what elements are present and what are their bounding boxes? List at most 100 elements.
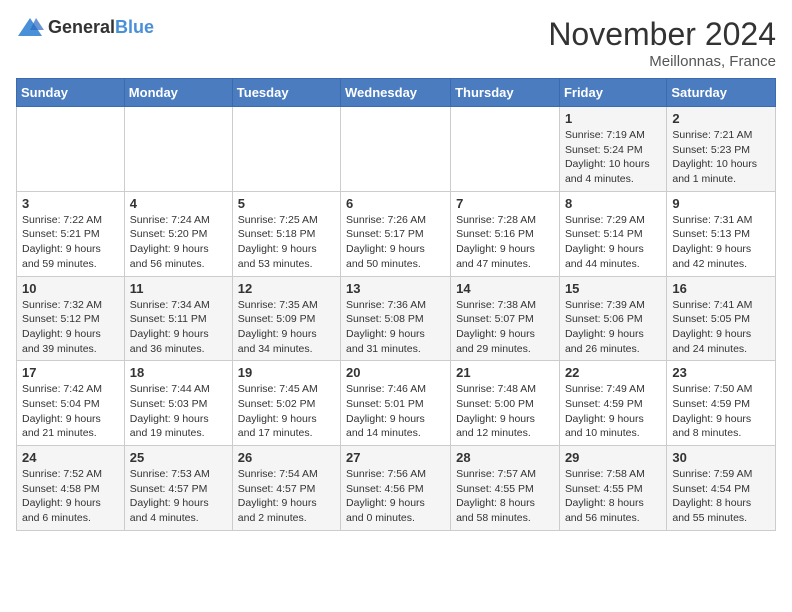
calendar-cell	[451, 107, 560, 192]
location: Meillonnas, France	[548, 53, 776, 70]
calendar-cell	[341, 107, 451, 192]
day-number: 15	[565, 281, 661, 296]
day-info: Sunrise: 7:32 AMSunset: 5:12 PMDaylight:…	[22, 298, 119, 357]
calendar-cell: 16 Sunrise: 7:41 AMSunset: 5:05 PMDayligh…	[667, 276, 776, 361]
month-title: November 2024	[548, 16, 776, 53]
day-number: 19	[238, 365, 335, 380]
day-number: 9	[672, 196, 770, 211]
calendar-body: 1 Sunrise: 7:19 AMSunset: 5:24 PMDaylight…	[17, 107, 776, 531]
day-info: Sunrise: 7:42 AMSunset: 5:04 PMDaylight:…	[22, 382, 119, 441]
calendar-cell: 5 Sunrise: 7:25 AMSunset: 5:18 PMDaylight…	[232, 191, 340, 276]
title-block: November 2024 Meillonnas, France	[548, 16, 776, 70]
day-info: Sunrise: 7:49 AMSunset: 4:59 PMDaylight:…	[565, 382, 661, 441]
day-info: Sunrise: 7:59 AMSunset: 4:54 PMDaylight:…	[672, 467, 770, 526]
header-tuesday: Tuesday	[232, 79, 340, 107]
day-info: Sunrise: 7:28 AMSunset: 5:16 PMDaylight:…	[456, 213, 554, 272]
day-info: Sunrise: 7:22 AMSunset: 5:21 PMDaylight:…	[22, 213, 119, 272]
day-number: 2	[672, 111, 770, 126]
day-number: 8	[565, 196, 661, 211]
day-number: 24	[22, 450, 119, 465]
calendar-cell: 26 Sunrise: 7:54 AMSunset: 4:57 PMDayligh…	[232, 446, 340, 531]
logo: GeneralBlue	[16, 16, 154, 38]
day-info: Sunrise: 7:31 AMSunset: 5:13 PMDaylight:…	[672, 213, 770, 272]
calendar-cell: 29Sunrise: 7:58 AMSunset: 4:55 PMDayligh…	[559, 446, 666, 531]
calendar-cell: 20Sunrise: 7:46 AMSunset: 5:01 PMDayligh…	[341, 361, 451, 446]
calendar-cell: 23 Sunrise: 7:50 AMSunset: 4:59 PMDayligh…	[667, 361, 776, 446]
calendar-week-4: 17 Sunrise: 7:42 AMSunset: 5:04 PMDayligh…	[17, 361, 776, 446]
calendar-week-3: 10 Sunrise: 7:32 AMSunset: 5:12 PMDayligh…	[17, 276, 776, 361]
header-wednesday: Wednesday	[341, 79, 451, 107]
day-info: Sunrise: 7:19 AMSunset: 5:24 PMDaylight:…	[565, 128, 661, 187]
day-number: 7	[456, 196, 554, 211]
day-info: Sunrise: 7:21 AMSunset: 5:23 PMDaylight:…	[672, 128, 770, 187]
calendar-cell: 7 Sunrise: 7:28 AMSunset: 5:16 PMDaylight…	[451, 191, 560, 276]
day-info: Sunrise: 7:45 AMSunset: 5:02 PMDaylight:…	[238, 382, 335, 441]
calendar-cell: 9 Sunrise: 7:31 AMSunset: 5:13 PMDaylight…	[667, 191, 776, 276]
day-info: Sunrise: 7:24 AMSunset: 5:20 PMDaylight:…	[130, 213, 227, 272]
day-number: 25	[130, 450, 227, 465]
calendar-cell: 4 Sunrise: 7:24 AMSunset: 5:20 PMDaylight…	[124, 191, 232, 276]
calendar-cell: 10 Sunrise: 7:32 AMSunset: 5:12 PMDayligh…	[17, 276, 125, 361]
day-info: Sunrise: 7:34 AMSunset: 5:11 PMDaylight:…	[130, 298, 227, 357]
header-thursday: Thursday	[451, 79, 560, 107]
day-number: 12	[238, 281, 335, 296]
calendar-cell: 27Sunrise: 7:56 AMSunset: 4:56 PMDayligh…	[341, 446, 451, 531]
calendar-cell: 14Sunrise: 7:38 AMSunset: 5:07 PMDayligh…	[451, 276, 560, 361]
day-info: Sunrise: 7:29 AMSunset: 5:14 PMDaylight:…	[565, 213, 661, 272]
logo-icon	[16, 16, 44, 38]
calendar-cell: 24Sunrise: 7:52 AMSunset: 4:58 PMDayligh…	[17, 446, 125, 531]
day-number: 18	[130, 365, 227, 380]
day-number: 10	[22, 281, 119, 296]
logo-blue: Blue	[115, 17, 154, 37]
calendar-cell: 19 Sunrise: 7:45 AMSunset: 5:02 PMDayligh…	[232, 361, 340, 446]
day-number: 6	[346, 196, 445, 211]
calendar-week-5: 24Sunrise: 7:52 AMSunset: 4:58 PMDayligh…	[17, 446, 776, 531]
calendar-cell: 18Sunrise: 7:44 AMSunset: 5:03 PMDayligh…	[124, 361, 232, 446]
day-number: 21	[456, 365, 554, 380]
calendar-cell	[17, 107, 125, 192]
day-number: 1	[565, 111, 661, 126]
day-number: 16	[672, 281, 770, 296]
day-number: 26	[238, 450, 335, 465]
day-info: Sunrise: 7:41 AMSunset: 5:05 PMDaylight:…	[672, 298, 770, 357]
calendar-cell: 12Sunrise: 7:35 AMSunset: 5:09 PMDayligh…	[232, 276, 340, 361]
day-number: 30	[672, 450, 770, 465]
day-info: Sunrise: 7:25 AMSunset: 5:18 PMDaylight:…	[238, 213, 335, 272]
day-number: 4	[130, 196, 227, 211]
page-header: GeneralBlue November 2024 Meillonnas, Fr…	[16, 16, 776, 70]
day-number: 23	[672, 365, 770, 380]
calendar-cell: 17 Sunrise: 7:42 AMSunset: 5:04 PMDayligh…	[17, 361, 125, 446]
header-row: Sunday Monday Tuesday Wednesday Thursday…	[17, 79, 776, 107]
calendar-cell: 11Sunrise: 7:34 AMSunset: 5:11 PMDayligh…	[124, 276, 232, 361]
day-number: 28	[456, 450, 554, 465]
header-saturday: Saturday	[667, 79, 776, 107]
day-info: Sunrise: 7:58 AMSunset: 4:55 PMDaylight:…	[565, 467, 661, 526]
header-sunday: Sunday	[17, 79, 125, 107]
calendar-cell: 3 Sunrise: 7:22 AMSunset: 5:21 PMDaylight…	[17, 191, 125, 276]
day-info: Sunrise: 7:36 AMSunset: 5:08 PMDaylight:…	[346, 298, 445, 357]
calendar-cell: 8 Sunrise: 7:29 AMSunset: 5:14 PMDaylight…	[559, 191, 666, 276]
day-info: Sunrise: 7:50 AMSunset: 4:59 PMDaylight:…	[672, 382, 770, 441]
day-number: 13	[346, 281, 445, 296]
calendar-cell: 2 Sunrise: 7:21 AMSunset: 5:23 PMDaylight…	[667, 107, 776, 192]
day-number: 20	[346, 365, 445, 380]
calendar-cell: 25 Sunrise: 7:53 AMSunset: 4:57 PMDayligh…	[124, 446, 232, 531]
calendar-cell	[232, 107, 340, 192]
calendar-cell: 13 Sunrise: 7:36 AMSunset: 5:08 PMDayligh…	[341, 276, 451, 361]
calendar-table: Sunday Monday Tuesday Wednesday Thursday…	[16, 78, 776, 531]
day-info: Sunrise: 7:54 AMSunset: 4:57 PMDaylight:…	[238, 467, 335, 526]
day-number: 17	[22, 365, 119, 380]
calendar-cell: 15 Sunrise: 7:39 AMSunset: 5:06 PMDayligh…	[559, 276, 666, 361]
calendar-header: Sunday Monday Tuesday Wednesday Thursday…	[17, 79, 776, 107]
calendar-cell: 1 Sunrise: 7:19 AMSunset: 5:24 PMDaylight…	[559, 107, 666, 192]
day-info: Sunrise: 7:39 AMSunset: 5:06 PMDaylight:…	[565, 298, 661, 357]
header-friday: Friday	[559, 79, 666, 107]
calendar-cell: 6Sunrise: 7:26 AMSunset: 5:17 PMDaylight…	[341, 191, 451, 276]
day-info: Sunrise: 7:56 AMSunset: 4:56 PMDaylight:…	[346, 467, 445, 526]
day-info: Sunrise: 7:38 AMSunset: 5:07 PMDaylight:…	[456, 298, 554, 357]
calendar-cell: 28Sunrise: 7:57 AMSunset: 4:55 PMDayligh…	[451, 446, 560, 531]
day-number: 3	[22, 196, 119, 211]
day-info: Sunrise: 7:53 AMSunset: 4:57 PMDaylight:…	[130, 467, 227, 526]
day-number: 5	[238, 196, 335, 211]
calendar-cell: 22Sunrise: 7:49 AMSunset: 4:59 PMDayligh…	[559, 361, 666, 446]
